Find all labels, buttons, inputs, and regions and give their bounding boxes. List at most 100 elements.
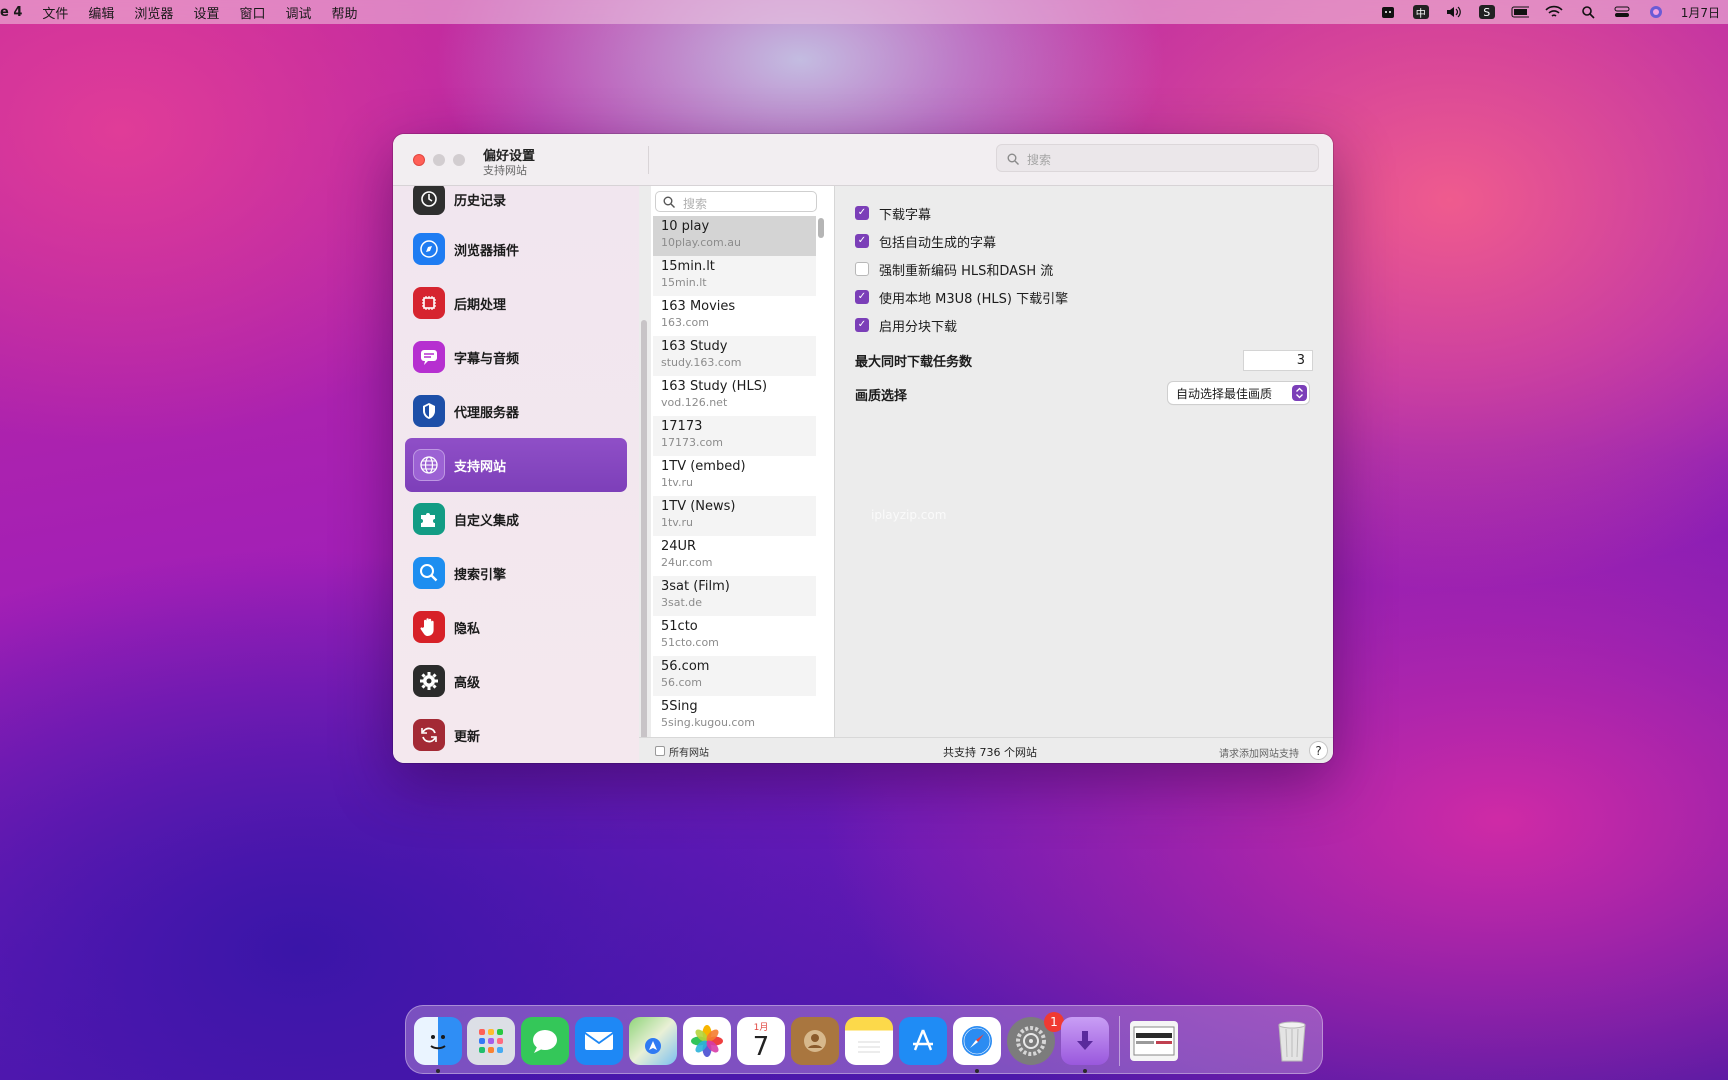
sidebar-item-privacy[interactable]: 隐私 [405,600,627,654]
input-method-icon[interactable]: 中 [1412,5,1429,20]
site-list-item[interactable]: 56.com 56.com [653,656,816,696]
downie-icon[interactable] [1061,1017,1109,1065]
sidebar-item-supported-sites[interactable]: 支持网站 [405,438,627,492]
zoom-button[interactable] [453,154,465,166]
site-list-item[interactable]: 51cto 51cto.com [653,616,816,656]
siri-icon[interactable] [1647,5,1665,19]
notes-icon[interactable] [845,1017,893,1065]
app-menu[interactable]: e 4 [0,5,32,20]
s-app-icon[interactable]: S [1478,5,1495,19]
sidebar-item-post-processing[interactable]: 后期处理 [405,276,627,330]
control-center-icon[interactable] [1613,5,1631,19]
wifi-icon[interactable] [1545,5,1563,19]
checkbox[interactable]: ✓ [855,206,869,220]
calendar-icon[interactable]: 1月 7 [737,1017,785,1065]
trash-icon[interactable] [1268,1017,1316,1065]
site-list-item[interactable]: 163 Movies 163.com [653,296,816,336]
dock-divider [1119,1016,1120,1066]
menu-edit[interactable]: 编辑 [78,3,124,22]
checkbox-label: 启用分块下载 [879,320,958,335]
preview-icon[interactable] [1130,1021,1178,1061]
site-search-field[interactable]: 搜索 [655,191,817,212]
site-list-item[interactable]: 1TV (News) 1tv.ru [653,496,816,536]
contacts-icon[interactable] [791,1017,839,1065]
downie-running-dot [1083,1069,1087,1073]
max-tasks-field[interactable]: 3 [1243,350,1313,371]
checkbox-label: 下载字幕 [879,208,932,223]
site-name: 1TV (News) [661,499,736,514]
checkbox[interactable]: ✓ [855,234,869,248]
menubar-date[interactable]: 1月7日 [1681,4,1720,21]
maps-icon[interactable] [629,1017,677,1065]
site-list-item[interactable]: 24UR 24ur.com [653,536,816,576]
sidebar-item-updates[interactable]: 更新 [405,708,627,762]
site-domain: study.163.com [661,356,742,369]
menu-browser[interactable]: 浏览器 [124,3,183,22]
max-tasks-label: 最大同时下载任务数 [855,355,973,370]
quality-label: 画质选择 [855,389,908,404]
launchpad-icon[interactable] [467,1017,515,1065]
quality-value: 自动选择最佳画质 [1176,387,1273,401]
site-list-item[interactable]: 163 Study study.163.com [653,336,816,376]
sidebar-scrollbar[interactable] [641,320,647,760]
battery-icon[interactable] [1511,5,1529,19]
menu-bar: e 4 文件 编辑 浏览器 设置 窗口 调试 帮助 中 S 1月7日 [0,0,1728,24]
sidebar-item-subtitles-audio[interactable]: 字幕与音频 [405,330,627,384]
sidebar-item-browser-plugins[interactable]: 浏览器插件 [405,222,627,276]
sidebar-item-label: 字幕与音频 [454,351,520,367]
app-store-icon[interactable] [899,1017,947,1065]
photos-icon[interactable] [683,1017,731,1065]
finder-icon[interactable] [414,1017,462,1065]
site-list-item[interactable]: 163 Study (HLS) vod.126.net [653,376,816,416]
site-settings-panel: ✓ 下载字幕 ✓ 包括自动生成的字幕 强制重新编码 HLS和DASH 流 ✓ 使用本地 M3… [835,186,1333,737]
site-list-item[interactable]: 5Sing 5sing.kugou.com [653,696,816,736]
site-domain: vod.126.net [661,396,728,409]
spotlight-icon[interactable] [1579,5,1597,19]
mail-icon[interactable] [575,1017,623,1065]
sidebar-item-proxy[interactable]: 代理服务器 [405,384,627,438]
sidebar-item-custom-integration[interactable]: 自定义集成 [405,492,627,546]
menu-file[interactable]: 文件 [32,3,78,22]
site-list-item[interactable]: 17173 17173.com [653,416,816,456]
magnifier-icon [413,557,445,589]
site-list-item[interactable]: 1TV (embed) 1tv.ru [653,456,816,496]
site-list-item[interactable]: 10 play 10play.com.au [653,216,816,256]
safari-icon[interactable] [953,1017,1001,1065]
cat-icon[interactable] [1379,5,1397,19]
sidebar: 历史记录 浏览器插件 后期处理 字幕与音频 代理服务器 支持网站 自定义集成 搜… [393,186,639,763]
checkbox-label: 包括自动生成的字幕 [879,236,997,251]
checkbox[interactable] [855,262,869,276]
messages-icon[interactable] [521,1017,569,1065]
chevron-updown-icon [1292,385,1307,401]
minimize-button[interactable] [433,154,445,166]
menu-window[interactable]: 窗口 [229,3,275,22]
help-button[interactable]: ? [1309,741,1328,760]
compass-icon [413,233,445,265]
toolbar-search-field[interactable]: 搜索 [996,144,1319,172]
menu-help[interactable]: 帮助 [321,3,367,22]
sidebar-item-search-engine[interactable]: 搜索引擎 [405,546,627,600]
sidebar-item-label: 后期处理 [454,297,507,313]
checkbox[interactable]: ✓ [855,290,869,304]
sidebar-item-advanced[interactable]: 高级 [405,654,627,708]
site-list-item[interactable]: 15min.lt 15min.lt [653,256,816,296]
menu-settings[interactable]: 设置 [183,3,229,22]
footer-bar: 所有网站 共支持 736 个网站 请求添加网站支持 ? [639,737,1333,763]
all-sites-checkbox[interactable] [655,746,665,756]
site-name: 3sat (Film) [661,579,730,594]
site-domain: 163.com [661,316,709,329]
sidebar-item-history[interactable]: 历史记录 [405,186,627,226]
site-list-scrollbar[interactable] [818,218,824,238]
site-name: 1TV (embed) [661,459,746,474]
site-list-item[interactable]: 3sat (Film) 3sat.de [653,576,816,616]
puzzle-icon [413,503,445,535]
chip-icon [413,287,445,319]
site-domain: 51cto.com [661,636,719,649]
checkbox[interactable]: ✓ [855,318,869,332]
menu-debug[interactable]: 调试 [275,3,321,22]
quality-select[interactable]: 自动选择最佳画质 [1168,382,1309,404]
volume-icon[interactable] [1445,5,1463,19]
sidebar-item-label: 支持网站 [454,459,507,475]
request-site-link[interactable]: 请求添加网站支持 [1219,745,1299,760]
close-button[interactable] [413,154,425,166]
